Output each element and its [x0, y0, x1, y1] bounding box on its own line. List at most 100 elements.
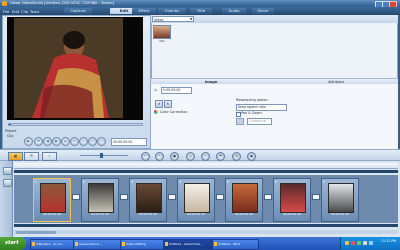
- tray-icon[interactable]: [345, 241, 349, 245]
- clip-number: 2: [83, 179, 85, 184]
- play-button[interactable]: ▶: [24, 137, 33, 146]
- transition-slot[interactable]: [216, 194, 224, 200]
- seek-bar-fill: [9, 124, 11, 125]
- record-capture-button[interactable]: ●: [170, 152, 179, 161]
- zoom-slider[interactable]: [80, 155, 128, 156]
- end-button[interactable]: ⏭: [61, 137, 70, 146]
- menu-clip[interactable]: Clip: [21, 9, 28, 14]
- clip-number: 4: [179, 179, 181, 184]
- library-category-select[interactable]: Video: [152, 16, 194, 22]
- start-button[interactable]: start: [0, 237, 26, 250]
- pan-zoom-label: Pan & Zoom: [241, 111, 262, 115]
- audio-view-button[interactable]: ♪: [42, 152, 57, 161]
- paint-icon: [214, 242, 217, 246]
- volume-icon[interactable]: [363, 241, 367, 245]
- transition-slot[interactable]: [120, 194, 128, 200]
- storyboard-clip-4[interactable]: 4 00:00:03:00: [177, 178, 215, 222]
- resampling-select[interactable]: Keep aspect ratio: [236, 104, 287, 111]
- tray-icon[interactable]: [351, 241, 355, 245]
- library-thumbnail[interactable]: [153, 25, 171, 39]
- clock-icon: ◷: [154, 88, 157, 92]
- folder-icon: [122, 242, 125, 246]
- clip-thumbnail: [136, 183, 162, 213]
- preview-seek-bar[interactable]: [8, 123, 143, 126]
- clip-duration: 00:00:03:00: [186, 212, 206, 216]
- storyboard-clip-5[interactable]: 5 00:00:03:00: [225, 178, 263, 222]
- taskbar-item-folder[interactable]: Video Editing: [120, 239, 167, 250]
- undo-button[interactable]: ↶: [141, 152, 150, 161]
- chapter-button[interactable]: ⚑: [216, 152, 225, 161]
- cut-clip-button[interactable]: ✂: [88, 137, 97, 146]
- clip-mode-label[interactable]: Clip: [7, 134, 13, 138]
- transition-slot[interactable]: [264, 194, 272, 200]
- tab-capture[interactable]: Capture: [64, 8, 92, 14]
- render-button[interactable]: ⚙: [232, 152, 241, 161]
- taskbar-item-browser-2[interactable]: appsenaire.in...: [73, 239, 124, 250]
- app-icon: [165, 242, 168, 246]
- rotate-right-button[interactable]: ↻: [164, 100, 172, 108]
- taskbar-item-paint[interactable]: Untitled - Paint: [212, 239, 259, 250]
- menu-tools[interactable]: Tools: [30, 9, 39, 14]
- color-correction-label[interactable]: Color Correction: [160, 110, 187, 114]
- customize-button[interactable]: Customize: [247, 118, 272, 125]
- clock: 11:12 PM: [381, 239, 396, 243]
- overlay-track-icon[interactable]: [3, 179, 12, 187]
- menu-file[interactable]: File: [3, 9, 9, 14]
- previous-frame-button[interactable]: ◀: [43, 137, 52, 146]
- smart-proxy-button[interactable]: ◎: [186, 152, 195, 161]
- timeline-scrollbar[interactable]: [14, 230, 398, 234]
- tab-share[interactable]: Share: [252, 8, 274, 14]
- menu-edit[interactable]: Edit: [12, 9, 19, 14]
- preview-frame-image: [14, 18, 123, 118]
- taskbar-item-label: Untitled - Paint: [218, 242, 241, 246]
- taskbar-item-label: Untitled - Ulead Vide...: [169, 242, 203, 246]
- timecode-display[interactable]: 00:00:00:00: [111, 138, 147, 146]
- duration-field[interactable]: 0:00:03:00: [161, 87, 192, 94]
- transition-slot[interactable]: [312, 194, 320, 200]
- tray-icon[interactable]: [357, 241, 361, 245]
- network-icon[interactable]: [369, 241, 373, 245]
- timeline-scrollbar-thumb[interactable]: [16, 230, 56, 234]
- next-frame-button[interactable]: ▶: [52, 137, 61, 146]
- chevron-down-icon[interactable]: ▼: [190, 17, 192, 21]
- clip-thumbnail: [40, 183, 66, 213]
- storyboard-clip-3[interactable]: 3 00:00:03:00: [129, 178, 167, 222]
- timeline-ruler[interactable]: [14, 163, 398, 169]
- storyboard-clip-6[interactable]: 6 00:00:03:00: [273, 178, 311, 222]
- preview-frame-drawing: [14, 18, 123, 118]
- timeline-toolbar: ▦ ☰ ♪ ↶ ↷ ● ◎ ✂ ⚑ ⚙ ▣: [0, 149, 400, 161]
- rotate-left-button[interactable]: ↺: [155, 100, 163, 108]
- repeat-button[interactable]: ↻: [70, 137, 79, 146]
- redo-button[interactable]: ↷: [155, 152, 164, 161]
- trim-button[interactable]: ✂: [201, 152, 210, 161]
- timeline-view-button[interactable]: ☰: [24, 152, 39, 161]
- transition-slot[interactable]: [72, 194, 80, 200]
- storyboard-view-button[interactable]: ▦: [8, 152, 23, 161]
- tab-title[interactable]: Title: [190, 8, 212, 14]
- taskbar-item-videostudio[interactable]: Untitled - Ulead Vide...: [163, 239, 216, 250]
- tab-overlay[interactable]: Overlay: [158, 8, 186, 14]
- video-track-icon[interactable]: [3, 167, 12, 175]
- taskbar-item-browser[interactable]: mBanjara - an ex...: [30, 239, 77, 250]
- fit-project-button[interactable]: ▣: [247, 152, 256, 161]
- clip-number: 3: [131, 179, 133, 184]
- storyboard-clip-7[interactable]: 7 00:00:03:00: [321, 178, 359, 222]
- zoom-slider-knob[interactable]: [100, 153, 103, 158]
- tab-effect[interactable]: Effect: [132, 8, 156, 14]
- project-mode-label[interactable]: Project: [5, 129, 17, 133]
- taskbar-item-label: appsenaire.in...: [79, 242, 103, 246]
- tab-audio[interactable]: Audio: [222, 8, 246, 14]
- taskbar-item-label: mBanjara - an ex...: [36, 242, 65, 246]
- browser-icon: [75, 242, 78, 246]
- film-perforation-top: [14, 170, 398, 173]
- clip-number: 5: [227, 179, 229, 184]
- clip-thumbnail: [88, 183, 114, 213]
- clip-duration: 00:00:03:00: [90, 212, 110, 216]
- storyboard-clip-1[interactable]: 1 00:00:03:00: [33, 178, 71, 222]
- enlarge-preview-button[interactable]: ⤢: [97, 137, 106, 146]
- transition-slot[interactable]: [168, 194, 176, 200]
- home-button[interactable]: ⏮: [34, 137, 43, 146]
- pan-zoom-preset-icon[interactable]: [236, 118, 244, 125]
- storyboard-clip-2[interactable]: 2 00:00:03:00: [81, 178, 119, 222]
- volume-button[interactable]: ♪: [79, 137, 88, 146]
